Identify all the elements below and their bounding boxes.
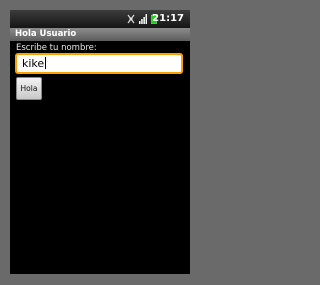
text-caret [45, 57, 47, 69]
name-label: Escribe tu nombre: [16, 43, 97, 53]
name-input[interactable]: kike [15, 53, 183, 74]
clock: 21:17 [152, 13, 184, 24]
name-input-value: kike [22, 57, 45, 70]
app-title-bar: Hola Usuario [10, 28, 190, 41]
usb-debug-icon [127, 14, 135, 24]
greet-button[interactable]: Hola [16, 77, 42, 100]
app-title: Hola Usuario [15, 29, 77, 39]
device-screen: 21:17 Hola Usuario Escribe tu nombre: ki… [10, 10, 190, 274]
status-bar: 21:17 [10, 10, 190, 28]
signal-icon [139, 14, 147, 24]
